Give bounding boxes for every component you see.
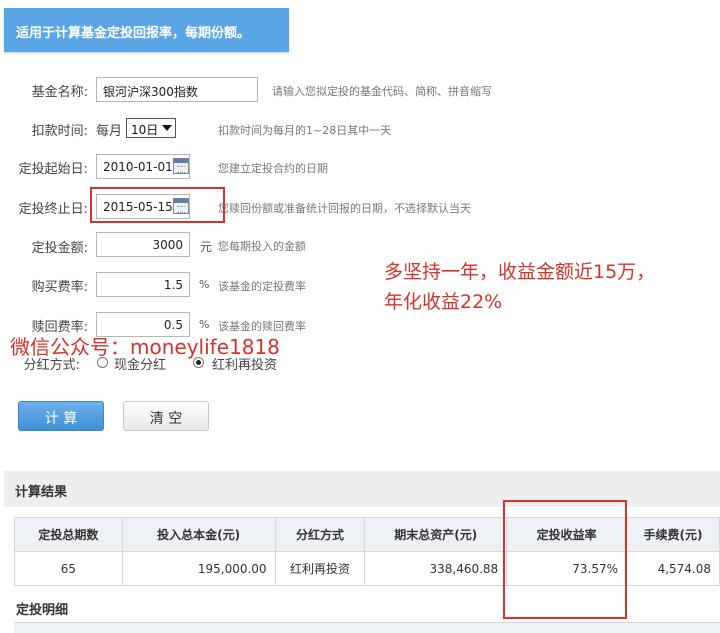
end-date-highlight xyxy=(90,187,225,223)
amount-input[interactable]: 3000 xyxy=(96,232,190,257)
chevron-down-icon xyxy=(162,125,172,131)
fund-name-label: 基金名称: xyxy=(31,85,88,100)
detail-title: 定投明细 xyxy=(16,603,69,618)
calculate-button[interactable]: 计 算 xyxy=(18,401,104,431)
buy-fee-label: 购买费率: xyxy=(31,280,88,295)
return-rate-highlight xyxy=(503,500,627,619)
deduct-time-label: 扣款时间: xyxy=(31,124,88,139)
page-banner: 适用于计算基金定投回报率，每期份额。 xyxy=(4,8,289,52)
detail-table-header xyxy=(14,622,720,633)
cell-fees: 4,574.08 xyxy=(626,551,720,586)
cell-total-periods: 65 xyxy=(14,551,123,586)
dividend-label: 分红方式: xyxy=(23,358,80,373)
calendar-icon[interactable] xyxy=(173,158,189,174)
start-date-label: 定投起始日: xyxy=(18,162,88,177)
end-date-label: 定投终止日: xyxy=(18,202,88,217)
fund-name-hint: 请输入您拟定投的基金代码、简称、拼音缩写 xyxy=(272,85,492,98)
amount-unit: 元 xyxy=(200,240,213,254)
deduct-time-hint: 扣款时间为每月的1~28日其中一天 xyxy=(218,124,392,137)
buy-fee-hint: 该基金的定投费率 xyxy=(218,280,306,293)
clear-button[interactable]: 清 空 xyxy=(123,401,209,431)
header-total-periods: 定投总期数 xyxy=(14,517,123,552)
reinvest-radio[interactable] xyxy=(193,357,204,368)
results-title: 计算结果 xyxy=(15,485,68,500)
deduct-day-select[interactable]: 10日 xyxy=(126,118,176,138)
cash-dividend-radio[interactable] xyxy=(97,357,108,368)
buy-fee-input[interactable]: 1.5 xyxy=(96,272,190,297)
header-final-assets: 期末总资产(元) xyxy=(364,517,508,552)
end-date-hint: 您赎回份额或准备统计回报的日期，不选择默认当天 xyxy=(218,202,471,215)
buy-fee-unit: % xyxy=(199,278,210,291)
header-fees: 手续费(元) xyxy=(626,517,720,552)
cash-dividend-label: 现金分红 xyxy=(114,358,167,373)
deduct-day-value: 10日 xyxy=(131,123,159,137)
header-principal: 投入总本金(元) xyxy=(121,517,276,552)
cell-principal: 195,000.00 xyxy=(121,551,276,586)
promo-line-1: 多坚持一年，收益金额近15万， xyxy=(384,261,656,283)
start-date-hint: 您建立定投合约的日期 xyxy=(218,162,328,175)
cell-final-assets: 338,460.88 xyxy=(364,551,508,586)
fund-name-input[interactable]: 银河沪深300指数 xyxy=(96,77,258,102)
promo-line-2: 年化收益22% xyxy=(384,291,503,313)
header-dividend-mode: 分红方式 xyxy=(274,517,366,552)
deduct-prefix: 每月 xyxy=(96,124,123,139)
cell-dividend-mode: 红利再投资 xyxy=(274,551,366,586)
amount-hint: 您每期投入的金额 xyxy=(218,240,306,253)
reinvest-label: 红利再投资 xyxy=(212,358,278,373)
redeem-fee-unit: % xyxy=(199,318,210,331)
amount-label: 定投金额: xyxy=(31,241,88,256)
